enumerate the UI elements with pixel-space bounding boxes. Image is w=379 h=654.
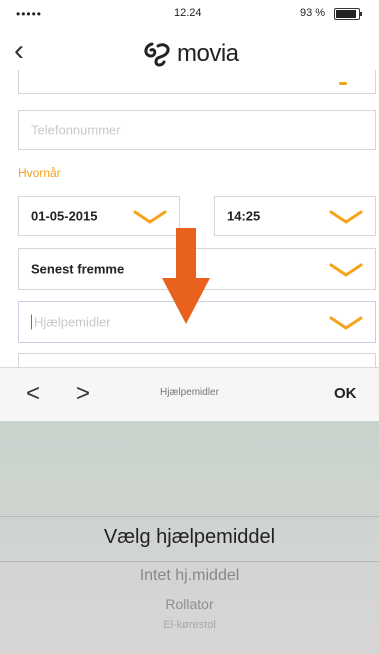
down-arrow-icon bbox=[162, 228, 210, 324]
movia-logo: movia bbox=[142, 38, 239, 70]
phone-field[interactable]: Telefonnummer bbox=[18, 110, 376, 150]
picker-option-selected[interactable]: Vælg hjælpemiddel bbox=[0, 526, 379, 549]
ok-button[interactable]: OK bbox=[334, 385, 357, 402]
when-label: Hvornår bbox=[18, 166, 61, 180]
logo-text: movia bbox=[177, 40, 239, 67]
signal-strength: ••••• bbox=[16, 7, 43, 21]
time-value: 14:25 bbox=[227, 208, 261, 224]
arrival-value: Senest fremme bbox=[31, 261, 125, 277]
picker-option[interactable]: Rollator bbox=[0, 596, 379, 612]
time-field[interactable]: 14:25 bbox=[214, 196, 376, 236]
chevron-down-icon bbox=[329, 316, 363, 330]
aids-picker[interactable]: Vælg hjælpemiddel Intet hj.middel Rollat… bbox=[0, 421, 379, 654]
picker-selection-line bbox=[0, 561, 379, 562]
picker-selection-line bbox=[0, 516, 379, 517]
picker-option[interactable]: El-kørestol bbox=[0, 619, 379, 631]
battery-level-fill bbox=[336, 10, 356, 18]
phone-placeholder: Telefonnummer bbox=[31, 122, 121, 138]
date-value: 01-05-2015 bbox=[31, 208, 98, 224]
chevron-down-icon bbox=[133, 210, 167, 224]
date-field[interactable]: 01-05-2015 bbox=[18, 196, 180, 236]
picker-option[interactable]: Intet hj.middel bbox=[0, 567, 379, 585]
toolbar-title: Hjælpemidler bbox=[160, 387, 219, 398]
status-bar: ••••• 12.24 93 % bbox=[0, 0, 379, 28]
battery-icon bbox=[334, 8, 362, 20]
status-time: 12.24 bbox=[174, 7, 202, 19]
chevron-left-icon[interactable]: ‹ bbox=[14, 36, 24, 66]
movia-mark-icon bbox=[144, 42, 170, 67]
chevron-down-icon bbox=[329, 210, 363, 224]
battery-percent: 93 % bbox=[300, 7, 326, 19]
chevron-down-icon bbox=[329, 263, 363, 277]
field-above-scroll[interactable] bbox=[18, 70, 376, 94]
picker-toolbar: < > Hjælpemidler OK bbox=[0, 367, 379, 422]
field-above-indicator bbox=[339, 82, 347, 85]
aids-placeholder: Hjælpemidler bbox=[31, 314, 111, 330]
